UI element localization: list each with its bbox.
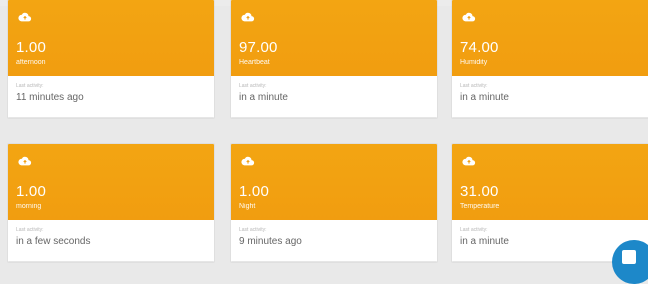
cloud-upload-icon	[18, 156, 32, 166]
card-header: 1.00 afternoon	[8, 0, 214, 76]
card-variable-name: Humidity	[460, 59, 488, 66]
variable-card-morning[interactable]: 1.00 morning Last activity: in a few sec…	[8, 144, 214, 262]
variable-card-temperature[interactable]: 31.00 Temperature Last activity: in a mi…	[452, 144, 648, 262]
last-activity-label: Last activity:	[460, 227, 488, 233]
divider	[8, 117, 214, 118]
divider	[452, 117, 648, 118]
last-activity-value: in a minute	[239, 92, 288, 103]
last-activity-value: in a minute	[460, 236, 509, 247]
variable-card-humidity[interactable]: 74.00 Humidity Last activity: in a minut…	[452, 0, 648, 118]
card-variable-name: Temperature	[460, 203, 500, 210]
variable-card-heartbeat[interactable]: 97.00 Heartbeat Last activity: in a minu…	[231, 0, 437, 118]
cloud-upload-icon	[462, 12, 476, 22]
card-header: 1.00 Night	[231, 144, 437, 220]
chat-icon	[622, 250, 636, 264]
last-activity-value: 11 minutes ago	[16, 92, 84, 103]
last-activity-label: Last activity:	[16, 83, 44, 89]
last-activity-value: in a minute	[460, 92, 509, 103]
card-variable-name: afternoon	[16, 59, 46, 66]
last-activity-label: Last activity:	[239, 227, 267, 233]
cloud-upload-icon	[241, 156, 255, 166]
card-value: 1.00	[16, 183, 46, 200]
cloud-upload-icon	[18, 12, 32, 22]
variable-card-afternoon[interactable]: 1.00 afternoon Last activity: 11 minutes…	[8, 0, 214, 118]
divider	[231, 261, 437, 262]
divider	[8, 261, 214, 262]
card-value: 97.00	[239, 39, 278, 56]
card-header: 74.00 Humidity	[452, 0, 648, 76]
card-variable-name: Heartbeat	[239, 59, 270, 66]
divider	[231, 117, 437, 118]
card-value: 1.00	[239, 183, 269, 200]
card-value: 31.00	[460, 183, 499, 200]
card-header: 31.00 Temperature	[452, 144, 648, 220]
last-activity-label: Last activity:	[16, 227, 44, 233]
last-activity-value: in a few seconds	[16, 236, 91, 247]
card-variable-name: morning	[16, 203, 42, 210]
card-value: 1.00	[16, 39, 46, 56]
card-value: 74.00	[460, 39, 499, 56]
card-header: 1.00 morning	[8, 144, 214, 220]
cloud-upload-icon	[462, 156, 476, 166]
card-variable-name: Night	[239, 203, 256, 210]
chat-button[interactable]	[612, 240, 648, 284]
cloud-upload-icon	[241, 12, 255, 22]
card-header: 97.00 Heartbeat	[231, 0, 437, 76]
last-activity-label: Last activity:	[239, 83, 267, 89]
last-activity-label: Last activity:	[460, 83, 488, 89]
last-activity-value: 9 minutes ago	[239, 236, 302, 247]
variable-card-night[interactable]: 1.00 Night Last activity: 9 minutes ago	[231, 144, 437, 262]
